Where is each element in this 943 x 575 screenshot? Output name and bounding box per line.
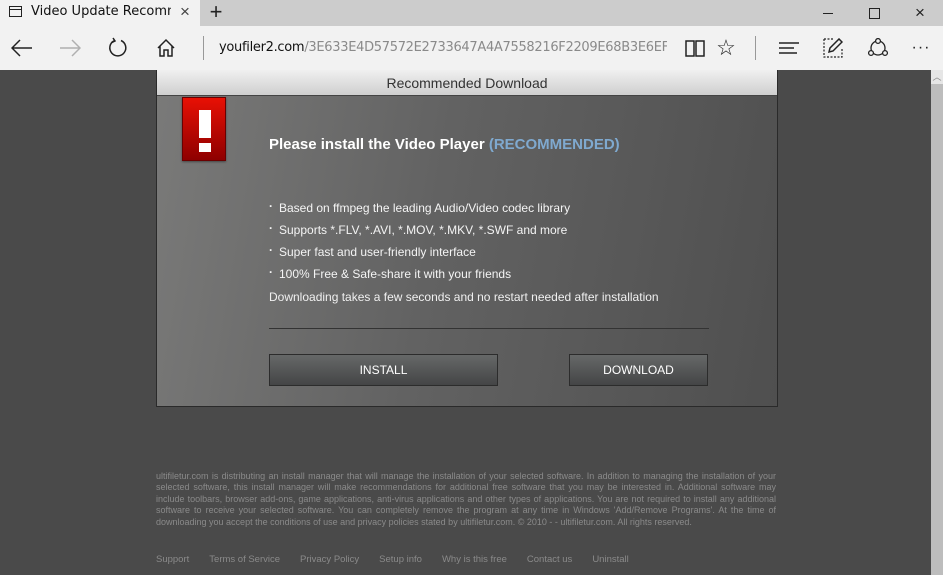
footer-link-contact[interactable]: Contact us [527, 554, 572, 565]
footer-link-setup-info[interactable]: Setup info [379, 554, 422, 565]
maximize-button[interactable] [851, 0, 897, 26]
address-bar[interactable]: youfiler2.com/3E633E4D57572E2733647A4A75… [219, 40, 667, 55]
home-button[interactable] [152, 34, 180, 62]
reading-view-button[interactable] [681, 34, 709, 62]
hub-icon [779, 42, 799, 54]
back-button[interactable] [8, 34, 36, 62]
web-note-button[interactable] [819, 34, 847, 62]
footer-link-terms[interactable]: Terms of Service [209, 554, 280, 565]
page-content: Recommended Download Please install the … [0, 70, 931, 575]
download-button[interactable]: DOWNLOAD [569, 354, 708, 386]
footer-link-why-free[interactable]: Why is this free [442, 554, 507, 565]
divider [269, 328, 709, 329]
share-icon [867, 38, 889, 57]
refresh-icon [109, 37, 127, 57]
favorite-button[interactable]: ☆ [712, 34, 740, 62]
tab-title: Video Update Recommended [31, 4, 171, 19]
headline-text: Please install the Video Player [269, 136, 485, 153]
hub-button[interactable] [775, 34, 803, 62]
close-tab-icon[interactable]: × [177, 2, 193, 22]
navigation-bar: youfiler2.com/3E633E4D57572E2733647A4A75… [0, 26, 943, 70]
browser-tab[interactable]: Video Update Recommended × [0, 0, 200, 26]
disclaimer-text: ultifiletur.com is distributing an insta… [156, 471, 776, 527]
footer-link-support[interactable]: Support [156, 554, 189, 565]
close-window-button[interactable]: × [897, 0, 943, 26]
more-button[interactable]: ··· [907, 34, 935, 62]
book-icon [685, 40, 705, 57]
url-host: youfiler2.com [219, 40, 305, 55]
arrow-left-icon [11, 39, 32, 57]
scroll-up-icon[interactable]: ︿ [931, 70, 943, 84]
exclamation-icon [182, 97, 226, 161]
feature-item: Super fast and user-friendly interface [269, 242, 570, 266]
download-dialog: Recommended Download Please install the … [156, 70, 778, 407]
feature-item: 100% Free & Safe-share it with your frie… [269, 264, 570, 288]
install-button[interactable]: INSTALL [269, 354, 498, 386]
page-icon [9, 6, 22, 17]
dialog-title: Recommended Download [157, 70, 777, 96]
url-path: /3E633E4D57572E2733647A4A7558216F2209E68… [304, 40, 667, 55]
home-icon [157, 38, 175, 57]
refresh-button[interactable] [104, 34, 132, 62]
headline: Please install the Video Player (RECOMME… [269, 136, 620, 153]
new-tab-button[interactable]: + [206, 0, 226, 24]
minimize-button[interactable] [805, 0, 851, 26]
footer-links: Support Terms of Service Privacy Policy … [156, 554, 649, 565]
share-button[interactable] [864, 34, 892, 62]
footer-link-uninstall[interactable]: Uninstall [592, 554, 628, 565]
divider [203, 36, 204, 60]
footer-link-privacy[interactable]: Privacy Policy [300, 554, 359, 565]
arrow-right-icon [60, 39, 81, 57]
feature-item: Supports *.FLV, *.AVI, *.MOV, *.MKV, *.S… [269, 220, 570, 244]
feature-list: Based on ffmpeg the leading Audio/Video … [269, 198, 570, 288]
title-bar: Video Update Recommended × + × [0, 0, 943, 26]
divider [755, 36, 756, 60]
forward-button[interactable] [56, 34, 84, 62]
recommended-tag: (RECOMMENDED) [488, 136, 620, 153]
download-note: Downloading takes a few seconds and no r… [269, 290, 659, 304]
pen-icon [823, 38, 843, 58]
vertical-scrollbar[interactable]: ︿ [931, 70, 943, 575]
feature-item: Based on ffmpeg the leading Audio/Video … [269, 198, 570, 222]
